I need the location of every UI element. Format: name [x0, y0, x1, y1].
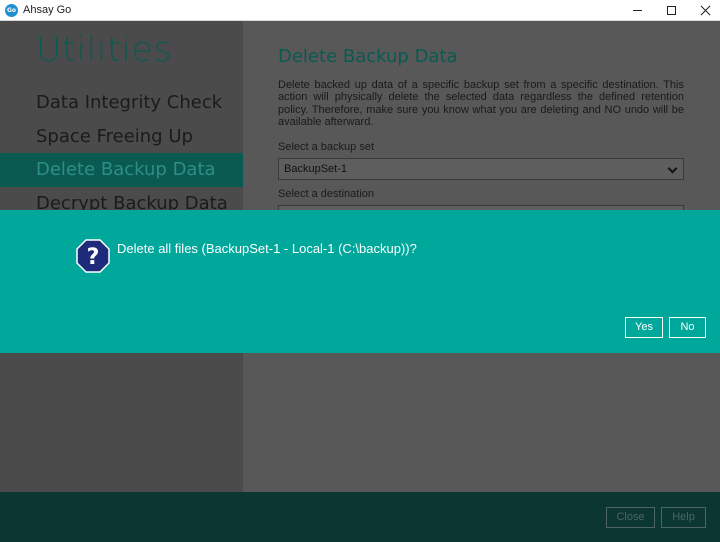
page-title: Delete Backup Data — [278, 46, 458, 67]
minimize-icon — [632, 10, 642, 11]
dialog-message: Delete all files (BackupSet-1 - Local-1 … — [117, 241, 417, 256]
sidebar-item-space-freeing-up[interactable]: Space Freeing Up — [0, 120, 243, 154]
footer-bar: Close Help — [0, 492, 720, 542]
backup-set-select[interactable]: BackupSet-1 — [278, 158, 684, 180]
maximize-icon — [666, 6, 676, 15]
yes-button[interactable]: Yes — [625, 317, 663, 338]
svg-text:?: ? — [87, 245, 100, 270]
title-bar: Go Ahsay Go — [0, 0, 720, 21]
description-text: Delete backed up data of a specific back… — [278, 79, 684, 129]
help-button[interactable]: Help — [661, 507, 706, 528]
close-icon — [700, 5, 711, 16]
sidebar-title: Utilities — [36, 30, 173, 70]
window-title: Ahsay Go — [23, 4, 72, 16]
sidebar-item-delete-backup-data[interactable]: Delete Backup Data — [0, 153, 243, 187]
no-button[interactable]: No — [669, 317, 706, 338]
destination-label: Select a destination — [278, 188, 375, 200]
app-logo-icon: Go — [5, 4, 18, 17]
close-window-button[interactable] — [688, 0, 720, 21]
question-icon: ? — [76, 239, 110, 273]
backup-set-label: Select a backup set — [278, 141, 375, 153]
chevron-down-icon — [667, 163, 678, 174]
confirm-dialog: ? Delete all files (BackupSet-1 - Local-… — [0, 210, 720, 353]
sidebar-item-data-integrity-check[interactable]: Data Integrity Check — [0, 86, 243, 120]
maximize-button[interactable] — [654, 0, 688, 21]
minimize-button[interactable] — [620, 0, 654, 21]
backup-set-value: BackupSet-1 — [284, 163, 347, 175]
close-button[interactable]: Close — [606, 507, 655, 528]
